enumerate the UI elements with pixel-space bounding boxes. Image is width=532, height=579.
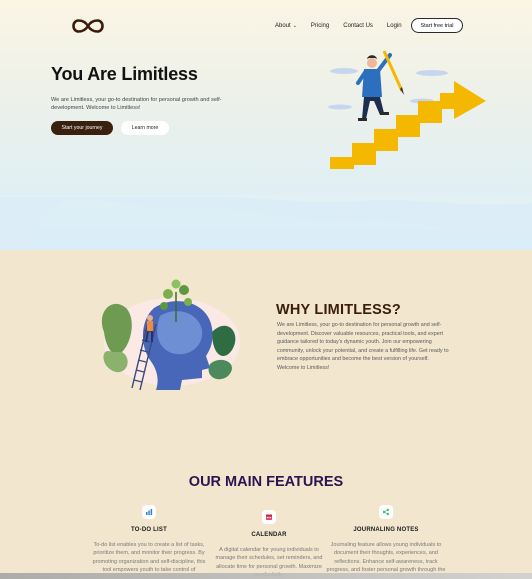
nav-login[interactable]: Login (387, 23, 402, 29)
infinity-logo-icon[interactable] (72, 18, 104, 34)
start-journey-button[interactable]: Start your journey (51, 121, 113, 135)
nav-pricing[interactable]: Pricing (311, 23, 329, 29)
wave-divider (0, 195, 532, 247)
chevron-down-icon: ⌄ (292, 23, 297, 29)
feature-todo-name: TO-DO LIST (131, 527, 167, 533)
hero-subtitle: We are Limitless, your go-to destination… (51, 97, 222, 111)
main-nav: About ⌄ Pricing Contact Us Login (275, 18, 416, 34)
hero-title: You Are Limitless (51, 64, 198, 84)
feature-calendar: CALENDAR A digital calendar for young in… (209, 510, 329, 579)
why-limitless-title: WHY LIMITLESS? (276, 302, 401, 318)
journal-icon (379, 505, 393, 519)
calendar-icon (262, 510, 276, 524)
feature-todo-description: To-do list enables you to create a list … (92, 542, 206, 574)
feature-todo: TO-DO LIST To-do list enables you to cre… (89, 505, 209, 575)
chart-icon (142, 505, 156, 519)
features-title: OUR MAIN FEATURES (188, 474, 344, 490)
why-limitless-text: We are Limitless, your go-to destination… (277, 322, 449, 371)
start-free-trial-button[interactable]: Start free trial (411, 18, 463, 33)
bottom-overlay-bar (0, 573, 532, 579)
nav-about[interactable]: About ⌄ (275, 23, 297, 29)
nav-contact[interactable]: Contact Us (343, 23, 373, 29)
feature-journaling-name: JOURNALING NOTES (353, 527, 419, 533)
page: About ⌄ Pricing Contact Us Login Start fr… (0, 0, 532, 579)
feature-journaling: JOURNALING NOTES Journaling feature allo… (326, 505, 446, 575)
learn-more-button[interactable]: Learn more (121, 121, 169, 135)
growth-head-illustration (101, 279, 240, 391)
nav-about-label: About (275, 23, 291, 29)
feature-calendar-name: CALENDAR (251, 532, 287, 538)
stairs-climber-illustration (328, 50, 486, 169)
feature-journaling-description: Journaling feature allows young individu… (326, 542, 446, 574)
